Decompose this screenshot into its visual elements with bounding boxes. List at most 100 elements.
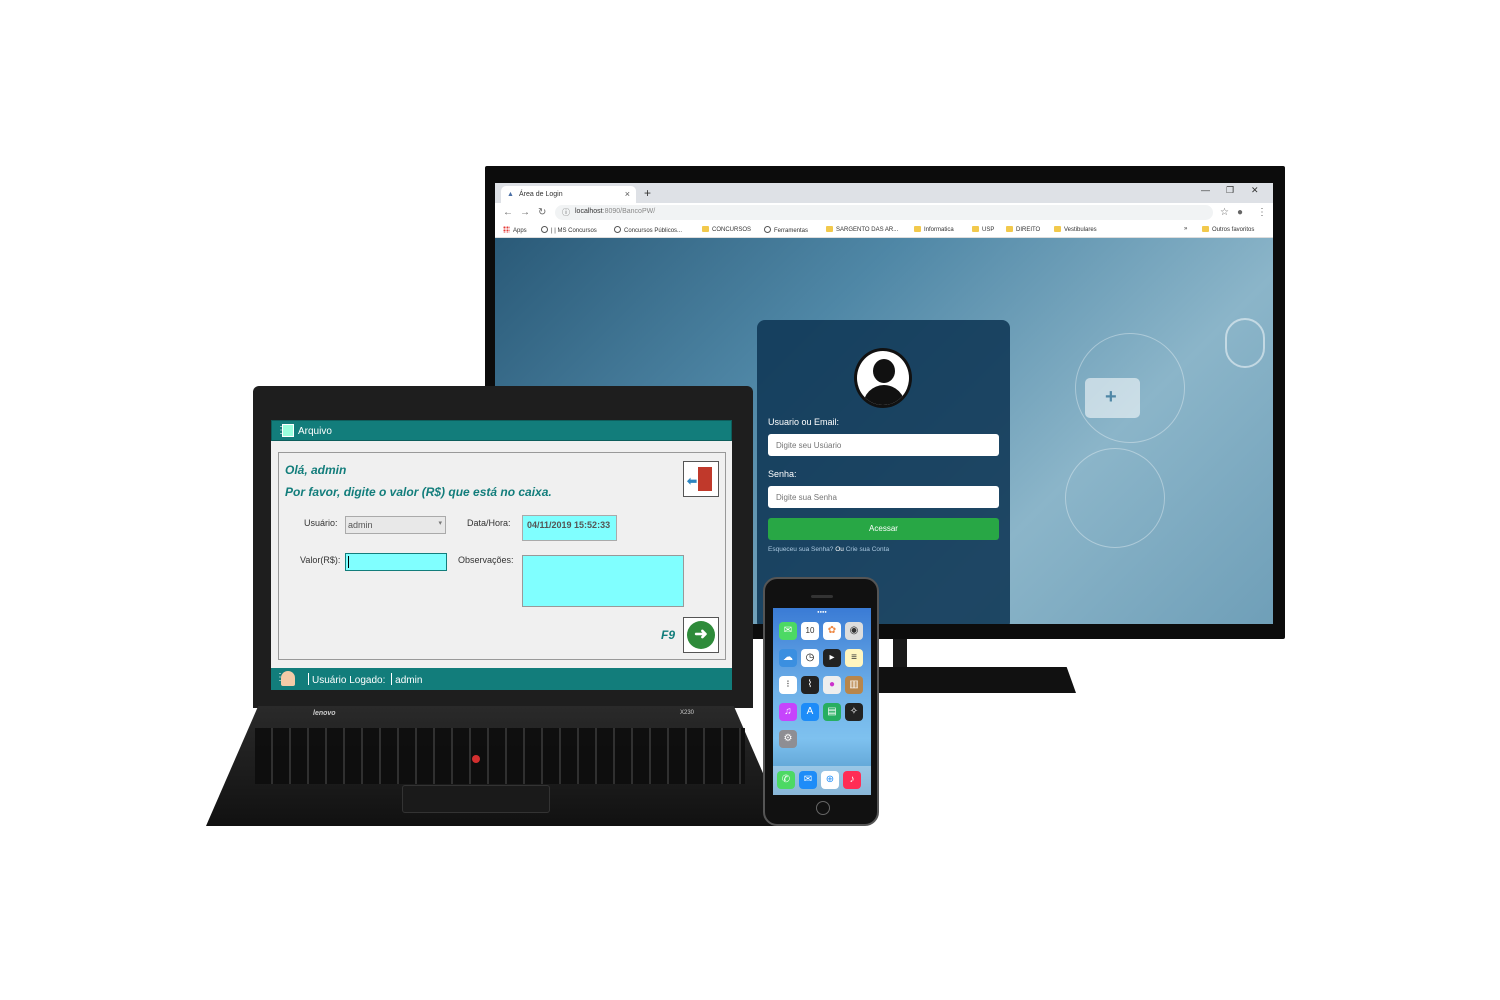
folder-icon bbox=[1006, 226, 1013, 232]
reload-icon[interactable]: ↻ bbox=[538, 207, 546, 218]
weather-icon[interactable]: ☁ bbox=[779, 649, 797, 667]
user-label: Usuario ou Email: bbox=[768, 417, 840, 427]
bookmark-folder[interactable]: SARGENTO DAS AR... bbox=[826, 226, 898, 233]
restore-icon[interactable]: ❐ bbox=[1226, 185, 1234, 196]
globe-icon bbox=[764, 226, 771, 233]
gamecenter-icon[interactable]: ● bbox=[823, 676, 841, 694]
notes-icon[interactable]: ≡ bbox=[845, 649, 863, 667]
new-tab-icon[interactable]: + bbox=[644, 186, 651, 200]
photos-icon[interactable]: ✿ bbox=[823, 622, 841, 640]
graduation-cap-icon: ▲ bbox=[507, 191, 514, 198]
minimize-icon[interactable]: — bbox=[1201, 185, 1210, 195]
passbook-icon[interactable]: ▤ bbox=[823, 703, 841, 721]
laptop-brand: lenovo bbox=[313, 710, 336, 717]
folder-icon bbox=[914, 226, 921, 232]
menu-arquivo[interactable]: Arquivo bbox=[298, 426, 332, 437]
safari-icon[interactable]: ⊕ bbox=[821, 771, 839, 789]
camera-icon[interactable]: ◉ bbox=[845, 622, 863, 640]
compass-icon[interactable]: ✧ bbox=[845, 703, 863, 721]
arrow-right-icon: ➜ bbox=[687, 621, 715, 649]
logged-user-value: admin bbox=[395, 675, 423, 686]
bookmarks-bar: Apps | | MS Concursos Concursos Públicos… bbox=[495, 222, 1273, 238]
folder-icon bbox=[1054, 226, 1061, 232]
folder-icon bbox=[1202, 226, 1209, 232]
bookmark-item[interactable]: | | MS Concursos bbox=[541, 226, 597, 234]
forward-icon[interactable]: → bbox=[520, 207, 530, 218]
bookmark-apps[interactable]: Apps bbox=[503, 226, 527, 234]
music-icon[interactable]: ♪ bbox=[843, 771, 861, 789]
cash-panel: Olá, admin Por favor, digite o valor (R$… bbox=[278, 452, 726, 660]
valor-input[interactable] bbox=[345, 553, 447, 571]
user-label: Usuário: bbox=[304, 518, 338, 528]
login-links: Esqueceu sua Senha? Ou Crie sua Conta bbox=[768, 546, 889, 553]
keyboard bbox=[255, 728, 745, 784]
bookmark-item[interactable]: Ferramentas bbox=[764, 226, 808, 234]
reminders-icon[interactable]: ⁝ bbox=[779, 676, 797, 694]
dock: ✆ ✉ ⊕ ♪ bbox=[773, 766, 871, 795]
instruction: Por favor, digite o valor (R$) que está … bbox=[285, 485, 552, 499]
exit-arrow-icon: ⬅ bbox=[687, 474, 698, 488]
trackpoint bbox=[472, 755, 480, 763]
stocks-icon[interactable]: ⌇ bbox=[801, 676, 819, 694]
valor-label: Valor(R$): bbox=[300, 555, 341, 565]
confirm-button[interactable]: ➜ bbox=[683, 617, 719, 653]
folder-icon bbox=[972, 226, 979, 232]
bookmark-folder[interactable]: USP bbox=[972, 226, 994, 233]
datetime-field: 04/11/2019 15:52:33 bbox=[522, 515, 617, 541]
bookmark-folder[interactable]: CONCURSOS bbox=[702, 226, 751, 233]
profile-icon[interactable]: ● bbox=[1237, 207, 1243, 218]
home-button[interactable] bbox=[816, 801, 830, 815]
newsstand-icon[interactable]: ▥ bbox=[845, 676, 863, 694]
shortcut-label: F9 bbox=[661, 628, 676, 642]
obs-label: Observações: bbox=[458, 555, 514, 565]
monitor-stand bbox=[893, 639, 907, 667]
bookmark-item[interactable]: Concursos Públicos... bbox=[614, 226, 682, 234]
bookmark-folder[interactable]: Vestibulares bbox=[1054, 226, 1097, 233]
greeting: Olá, admin bbox=[285, 463, 347, 477]
observations-input[interactable] bbox=[522, 555, 684, 607]
itunes-icon[interactable]: ♫ bbox=[779, 703, 797, 721]
folder-icon bbox=[702, 226, 709, 232]
close-window-icon[interactable]: ✕ bbox=[1251, 185, 1259, 196]
password-input[interactable] bbox=[768, 486, 999, 508]
url-host: localhost bbox=[575, 208, 603, 215]
messages-icon[interactable]: ✉ bbox=[779, 622, 797, 640]
calendar-icon[interactable]: 10 bbox=[801, 622, 819, 640]
more-bookmarks-icon[interactable]: » bbox=[1184, 226, 1187, 232]
status-bar: ⋮ Usuário Logado: admin bbox=[271, 668, 732, 690]
user-input[interactable] bbox=[768, 434, 999, 456]
submit-button[interactable]: Acessar bbox=[768, 518, 999, 540]
back-icon[interactable]: ← bbox=[503, 207, 513, 218]
settings-icon[interactable]: ⚙ bbox=[779, 730, 797, 748]
create-account-link[interactable]: Crie sua Conta bbox=[846, 546, 889, 553]
tab-bar: ▲ Área de Login × + — ❐ ✕ bbox=[495, 183, 1273, 203]
bookmark-star-icon[interactable]: ☆ bbox=[1220, 207, 1229, 218]
phone-icon[interactable]: ✆ bbox=[777, 771, 795, 789]
browser-tab[interactable]: ▲ Área de Login × bbox=[501, 186, 636, 203]
menu-kebab-icon[interactable]: ⋮ bbox=[1257, 207, 1267, 218]
mail-icon[interactable]: ✉ bbox=[799, 771, 817, 789]
other-bookmarks[interactable]: Outros favoritos bbox=[1202, 226, 1254, 233]
globe-icon bbox=[614, 226, 621, 233]
address-bar: ← → ↻ ⓘ localhost:8090/BancoPW/ ☆ ● ⋮ bbox=[495, 203, 1273, 222]
phone: ●●●● ✉ 10 ✿ ◉☁ ◷ ▸ ≡⁝ ⌇ ● ▥♫ A ▤ ✧⚙ ✆ ✉ ⊕ ♪ bbox=[763, 577, 879, 826]
appstore-icon[interactable]: A bbox=[801, 703, 819, 721]
logged-user-label: Usuário Logado: bbox=[312, 675, 386, 686]
info-icon[interactable]: ⓘ bbox=[562, 207, 570, 218]
user-select[interactable]: admin ▾ bbox=[345, 516, 446, 534]
clock-icon[interactable]: ◷ bbox=[801, 649, 819, 667]
user-icon bbox=[281, 671, 295, 686]
url-input[interactable]: ⓘ localhost:8090/BancoPW/ bbox=[555, 205, 1213, 220]
forgot-password-link[interactable]: Esqueceu sua Senha? bbox=[768, 546, 833, 553]
tab-title: Área de Login bbox=[519, 191, 563, 198]
bookmark-folder[interactable]: Informatica bbox=[914, 226, 954, 233]
desktop-app-window: ⋮ Arquivo Olá, admin Por favor, digite o… bbox=[271, 420, 732, 690]
close-tab-icon[interactable]: × bbox=[625, 189, 630, 199]
videos-icon[interactable]: ▸ bbox=[823, 649, 841, 667]
globe-icon bbox=[541, 226, 548, 233]
exit-button[interactable]: ⬅ bbox=[683, 461, 719, 497]
touchpad bbox=[402, 785, 550, 813]
bookmark-folder[interactable]: DIREITO bbox=[1006, 226, 1040, 233]
url-path: :8090/BancoPW/ bbox=[602, 208, 656, 215]
user-avatar-icon bbox=[854, 348, 912, 408]
